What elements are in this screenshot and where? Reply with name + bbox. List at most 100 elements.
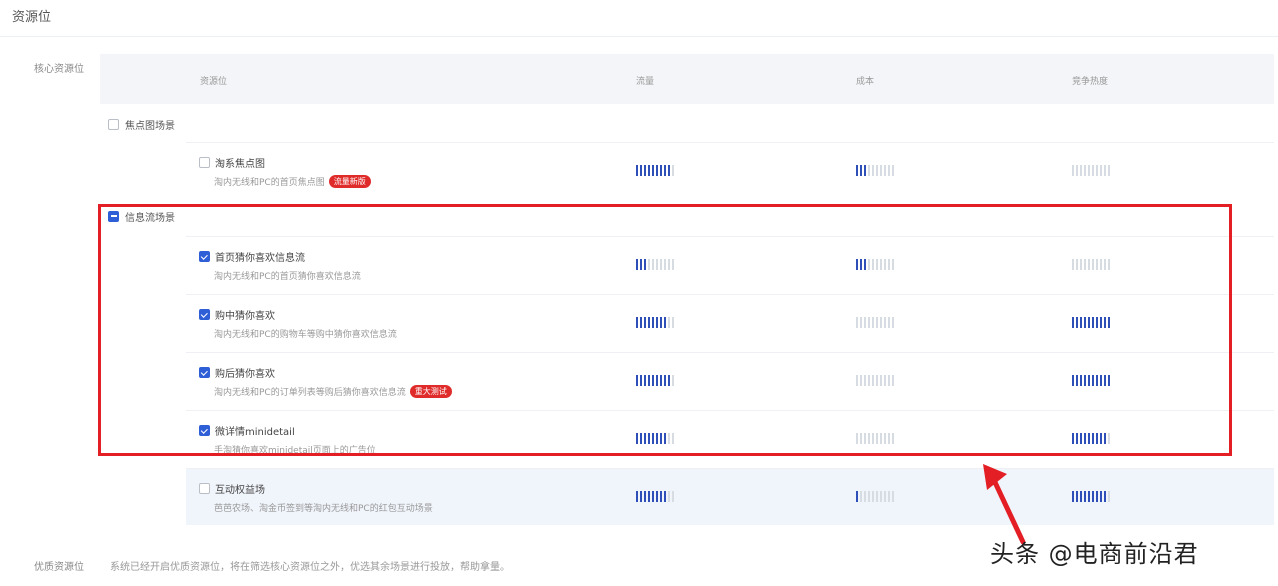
resource-desc-wrap: 淘内无线和PC的首页猜你喜欢信息流 (214, 269, 361, 282)
heat-meter (1072, 164, 1110, 176)
meter-bar (652, 164, 654, 176)
meter-bar (868, 316, 870, 328)
meter-bar (648, 258, 650, 270)
resource-name: 淘系焦点图 (215, 159, 265, 170)
meter-bar (864, 490, 866, 502)
meter-bar (636, 490, 638, 502)
resource-checkbox[interactable] (199, 425, 210, 436)
meter-bar (864, 316, 866, 328)
meter-bar (1108, 490, 1110, 502)
meter-bar (648, 164, 650, 176)
resource-row[interactable]: 互动权益场 芭芭农场、淘金币签到等淘内无线和PC的红包互动场景 (186, 468, 1274, 525)
meter-bar (660, 490, 662, 502)
meter-bar (672, 316, 674, 328)
meter-bar (860, 164, 862, 176)
meter-bar (652, 258, 654, 270)
meter-bar (1072, 490, 1074, 502)
meter-bar (872, 316, 874, 328)
meter-bar (864, 432, 866, 444)
resource-title: 首页猜你喜欢信息流 (199, 249, 305, 264)
heat-meter (1072, 258, 1110, 270)
meter-bar (1096, 490, 1098, 502)
meter-bar (1108, 432, 1110, 444)
resource-row[interactable]: 购后猜你喜欢 淘内无线和PC的订单列表等购后猜你喜欢信息流 重大测试 (186, 352, 1274, 409)
meter-bar (1100, 316, 1102, 328)
meter-bar (884, 490, 886, 502)
meter-bar (1108, 164, 1110, 176)
meter-bar (1092, 374, 1094, 386)
meter-bar (656, 316, 658, 328)
resource-checkbox[interactable] (199, 309, 210, 320)
meter-bar (1108, 258, 1110, 270)
traffic-meter (636, 374, 674, 386)
meter-bar (1084, 164, 1086, 176)
meter-bar (656, 164, 658, 176)
meter-bar (1076, 374, 1078, 386)
group-row-feed[interactable]: 信息流场景 (108, 198, 1278, 234)
heat-meter (1072, 316, 1110, 328)
meter-bar (884, 164, 886, 176)
meter-bar (1080, 316, 1082, 328)
meter-bar (880, 374, 882, 386)
traffic-meter (636, 490, 674, 502)
meter-bar (1072, 432, 1074, 444)
resource-checkbox[interactable] (199, 157, 210, 168)
meter-bar (1096, 164, 1098, 176)
meter-bar (652, 374, 654, 386)
resource-desc-wrap: 芭芭农场、淘金币签到等淘内无线和PC的红包互动场景 (214, 501, 433, 514)
heat-meter (1072, 374, 1110, 386)
resource-checkbox[interactable] (199, 483, 210, 494)
meter-bar (668, 490, 670, 502)
meter-bar (892, 374, 894, 386)
resource-row[interactable]: 微详情minidetail 手淘猜你喜欢minidetail页面上的广告位 (186, 410, 1274, 467)
meter-bar (660, 316, 662, 328)
meter-bar (872, 490, 874, 502)
meter-bar (1080, 490, 1082, 502)
meter-bar (856, 432, 858, 444)
meter-bar (892, 432, 894, 444)
meter-bar (868, 258, 870, 270)
meter-bar (856, 374, 858, 386)
quality-resource-label: 优质资源位 (34, 562, 84, 573)
meter-bar (888, 432, 890, 444)
meter-bar (880, 432, 882, 444)
resource-row[interactable]: 淘系焦点图 淘内无线和PC的首页焦点图 流量新版 (186, 142, 1274, 199)
resource-name: 微详情minidetail (215, 427, 295, 438)
cost-meter (856, 316, 894, 328)
resource-checkbox[interactable] (199, 367, 210, 378)
resource-row[interactable]: 购中猜你喜欢 淘内无线和PC的购物车等购中猜你喜欢信息流 (186, 294, 1274, 351)
meter-bar (888, 316, 890, 328)
meter-bar (656, 258, 658, 270)
heat-meter (1072, 490, 1110, 502)
meter-bar (636, 258, 638, 270)
meter-bar (860, 432, 862, 444)
resource-desc-wrap: 淘内无线和PC的订单列表等购后猜你喜欢信息流 重大测试 (214, 385, 452, 398)
resource-checkbox[interactable] (199, 251, 210, 262)
group-checkbox[interactable] (108, 210, 119, 222)
meter-bar (1084, 316, 1086, 328)
meter-bar (868, 374, 870, 386)
resource-desc: 淘内无线和PC的订单列表等购后猜你喜欢信息流 (214, 388, 406, 398)
meter-bar (1092, 490, 1094, 502)
meter-bar (644, 258, 646, 270)
meter-bar (644, 374, 646, 386)
group-row-focus[interactable]: 焦点图场景 (108, 106, 1278, 142)
meter-bar (636, 432, 638, 444)
meter-bar (668, 316, 670, 328)
group-checkbox[interactable] (108, 118, 119, 130)
meter-bar (1076, 316, 1078, 328)
meter-bar (1072, 374, 1074, 386)
meter-bar (1092, 432, 1094, 444)
meter-bar (664, 490, 666, 502)
resource-title: 微详情minidetail (199, 423, 295, 438)
meter-bar (1096, 258, 1098, 270)
meter-bar (1088, 258, 1090, 270)
resource-row[interactable]: 首页猜你喜欢信息流淘内无线和PC的首页猜你喜欢信息流 (186, 236, 1274, 293)
meter-bar (1096, 374, 1098, 386)
meter-bar (864, 164, 866, 176)
meter-bar (1076, 164, 1078, 176)
core-resource-label: 核心资源位 (34, 64, 84, 75)
meter-bar (880, 164, 882, 176)
meter-bar (876, 164, 878, 176)
meter-bar (888, 164, 890, 176)
